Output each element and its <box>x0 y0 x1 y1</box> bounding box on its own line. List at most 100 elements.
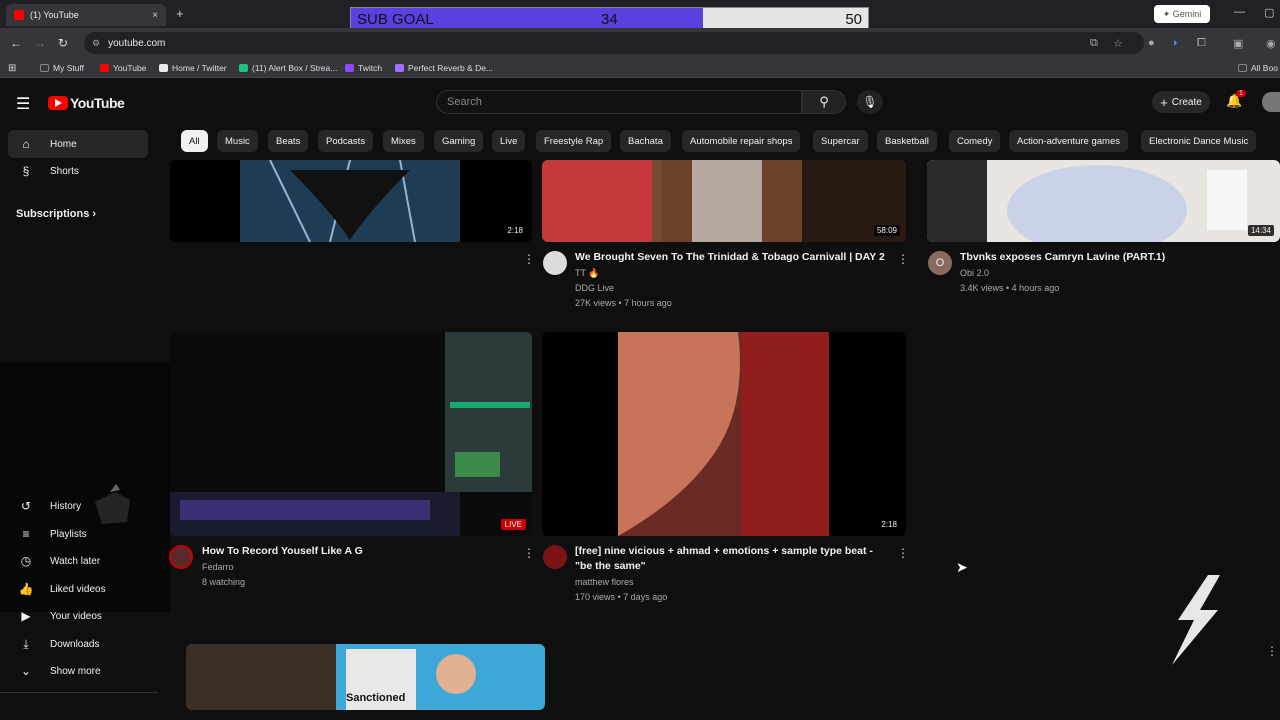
video-thumbnail[interactable]: 58:09 <box>542 160 906 242</box>
profile-icon[interactable]: ◉ <box>1266 37 1276 50</box>
chip-beats[interactable]: Beats <box>268 130 309 152</box>
reload-icon[interactable]: ↻ <box>58 36 68 50</box>
browser-toolbar: ← → ↻ ⚙ youtube.com ⧉ ☆ ● ◗ ⧠ ▣ ◉ <box>0 28 1280 58</box>
bookmark-alertbox[interactable]: (11) Alert Box / Strea... <box>239 63 337 73</box>
chip-gaming[interactable]: Gaming <box>434 130 484 152</box>
chip-all[interactable]: All <box>181 130 208 152</box>
apps-icon[interactable]: ⊞ <box>8 63 16 74</box>
chip-music[interactable]: Music <box>217 130 258 152</box>
voice-search-button[interactable]: 🎙 <box>857 90 883 114</box>
sidebar-item-shorts[interactable]: § Shorts <box>8 157 148 185</box>
chip-bachata[interactable]: Bachata <box>620 130 671 152</box>
sidebar-item-home[interactable]: ⌂ Home <box>8 130 148 158</box>
more-icon[interactable]: ⋮ <box>897 546 909 560</box>
folder-icon <box>40 64 49 72</box>
all-bookmarks-label: All Boo <box>1251 63 1278 73</box>
channel-name[interactable]: matthew flores <box>575 575 634 590</box>
bookmark-my-stuff[interactable]: My Stuff <box>40 63 84 73</box>
chip-edm[interactable]: Electronic Dance Music <box>1141 130 1257 152</box>
live-badge: LIVE <box>500 519 526 530</box>
video-meta: 8 watching <box>202 577 246 587</box>
puzzle-icon[interactable]: ⧠ <box>1197 37 1206 50</box>
extension-blue-icon[interactable]: ◗ <box>1172 37 1179 49</box>
create-button[interactable]: + Create <box>1152 91 1210 113</box>
more-icon[interactable]: ⋮ <box>523 252 535 266</box>
new-tab-button[interactable]: + <box>176 6 184 21</box>
thumbnail-art <box>240 160 460 242</box>
channel-avatar[interactable]: O <box>928 251 952 275</box>
bookmark-twitch[interactable]: Twitch <box>345 63 382 73</box>
chip-automobile-repair[interactable]: Automobile repair shops <box>682 130 801 152</box>
more-icon[interactable]: ⋮ <box>897 252 909 266</box>
video-thumbnail[interactable]: Sanctioned <box>186 644 545 710</box>
gemini-button[interactable]: ✦ Gemini <box>1154 5 1210 23</box>
sidebar-item-playlists[interactable]: ≡ Playlists <box>8 520 148 548</box>
search-input[interactable]: Search <box>436 90 802 114</box>
chip-supercar[interactable]: Supercar <box>813 130 868 152</box>
sidebar-item-label: History <box>50 500 82 512</box>
all-bookmarks[interactable]: All Boo <box>1238 63 1278 73</box>
more-icon[interactable]: ⋮ <box>523 546 535 560</box>
channel-name[interactable]: Fedarro <box>202 560 234 575</box>
chip-freestyle-rap[interactable]: Freestyle Rap <box>536 130 612 152</box>
channel-name[interactable]: DDG Live <box>575 281 614 296</box>
video-thumbnail[interactable]: 2:18 <box>542 332 906 536</box>
sidebar-item-liked-videos[interactable]: 👍 Liked videos <box>8 575 148 603</box>
twitch-icon <box>345 64 354 72</box>
avatar[interactable] <box>1262 92 1280 112</box>
sidepanel-icon[interactable]: ▣ <box>1233 37 1243 50</box>
bookmark-reverb[interactable]: Perfect Reverb & De... <box>395 63 493 73</box>
sidebar-item-watch-later[interactable]: ◷ Watch later <box>8 547 148 575</box>
extension-icon[interactable]: ● <box>1148 37 1155 49</box>
chip-mixes[interactable]: Mixes <box>383 130 424 152</box>
more-icon[interactable]: ⋮ <box>1266 644 1278 658</box>
chip-live[interactable]: Live <box>492 130 526 152</box>
clock-icon: ◷ <box>20 554 32 568</box>
channel-avatar[interactable] <box>169 545 193 569</box>
sidebar-item-show-more[interactable]: ⌄ Show more <box>8 657 148 685</box>
chip-basketball[interactable]: Basketball <box>877 130 937 152</box>
bookmark-label: Perfect Reverb & De... <box>408 63 494 73</box>
forward-icon[interactable]: → <box>34 36 46 50</box>
video-thumbnail[interactable]: 14:34 <box>927 160 1280 242</box>
channel-avatar[interactable] <box>543 251 567 275</box>
bookmark-youtube[interactable]: YouTube <box>100 63 146 73</box>
sidebar-item-downloads[interactable]: ⤓ Downloads <box>8 630 148 658</box>
sidebar-item-history[interactable]: ↺ History <box>8 492 148 520</box>
search-button[interactable]: ⚲ <box>802 90 846 114</box>
youtube-logo[interactable]: YouTube <box>48 95 125 111</box>
bookmark-label: Twitch <box>358 63 383 73</box>
video-thumbnail[interactable]: 2:18 <box>170 160 532 242</box>
maximize-icon[interactable]: ▢ <box>1264 6 1274 19</box>
x-icon <box>159 64 168 72</box>
sidebar-item-label: Watch later <box>50 555 101 567</box>
back-icon[interactable]: ← <box>10 36 22 50</box>
minimize-icon[interactable]: — <box>1234 6 1245 18</box>
sidebar-item-your-videos[interactable]: ▶ Your videos <box>8 602 148 630</box>
chip-action-adventure[interactable]: Action-adventure games <box>1009 130 1128 152</box>
sidebar-subscriptions-heading[interactable]: Subscriptions › <box>16 208 96 220</box>
video-thumbnail[interactable]: LIVE <box>170 332 532 536</box>
close-tab-icon[interactable]: × <box>152 10 158 21</box>
chevron-right-icon: › <box>92 208 97 220</box>
history-icon: ↺ <box>20 499 32 513</box>
menu-icon[interactable]: ☰ <box>16 94 30 114</box>
install-icon[interactable]: ⧉ <box>1090 37 1098 50</box>
home-icon: ⌂ <box>22 137 30 151</box>
chip-podcasts[interactable]: Podcasts <box>318 130 374 152</box>
bookmark-twitter[interactable]: Home / Twitter <box>159 63 227 73</box>
video-title[interactable]: We Brought Seven To The Trinidad & Tobag… <box>575 250 885 265</box>
browser-tab[interactable]: (1) YouTube × <box>6 4 166 26</box>
video-title[interactable]: How To Record Youself Like A G <box>202 544 502 559</box>
mic-icon: 🎙 <box>862 95 878 109</box>
chip-comedy[interactable]: Comedy <box>949 130 1001 152</box>
channel-avatar[interactable] <box>543 545 567 569</box>
video-title[interactable]: Tbvnks exposes Camryn Lavine (PART.1) <box>960 250 1260 265</box>
address-bar[interactable]: ⚙ youtube.com <box>84 32 1144 54</box>
video-title[interactable]: [free] nine vicious + ahmad + emotions +… <box>575 544 890 574</box>
shorts-icon: § <box>22 164 30 178</box>
sidebar-item-label: Shorts <box>50 165 79 177</box>
star-icon[interactable]: ☆ <box>1113 37 1123 50</box>
channel-name[interactable]: Obi 2.0 <box>960 266 989 281</box>
site-info-icon[interactable]: ⚙ <box>92 38 100 49</box>
